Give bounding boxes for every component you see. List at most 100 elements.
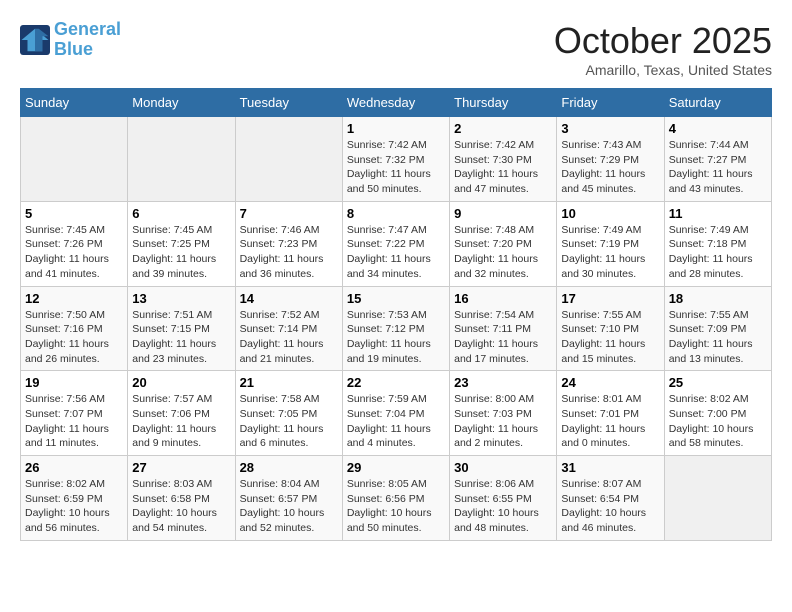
calendar-cell: 21 Sunrise: 7:58 AMSunset: 7:05 PMDayligh… [235, 371, 342, 456]
day-number: 14 [240, 291, 338, 306]
day-number: 30 [454, 460, 552, 475]
day-info: Sunrise: 8:02 AMSunset: 6:59 PMDaylight:… [25, 477, 123, 536]
logo: General Blue [20, 20, 121, 60]
day-number: 25 [669, 375, 767, 390]
day-number: 26 [25, 460, 123, 475]
calendar-cell: 17Sunrise: 7:55 AMSunset: 7:10 PMDayligh… [557, 286, 664, 371]
calendar-cell: 28 Sunrise: 8:04 AMSunset: 6:57 PMDayligh… [235, 456, 342, 541]
calendar-cell: 2 Sunrise: 7:42 AMSunset: 7:30 PMDaylight… [450, 117, 557, 202]
day-info: Sunrise: 7:49 AMSunset: 7:19 PMDaylight:… [561, 223, 659, 282]
day-info: Sunrise: 7:46 AMSunset: 7:23 PMDaylight:… [240, 223, 338, 282]
day-info: Sunrise: 7:54 AMSunset: 7:11 PMDaylight:… [454, 308, 552, 367]
day-number: 18 [669, 291, 767, 306]
day-info: Sunrise: 7:48 AMSunset: 7:20 PMDaylight:… [454, 223, 552, 282]
calendar-cell: 19 Sunrise: 7:56 AMSunset: 7:07 PMDayligh… [21, 371, 128, 456]
weekday-header-friday: Friday [557, 89, 664, 117]
day-number: 2 [454, 121, 552, 136]
day-number: 13 [132, 291, 230, 306]
calendar-week-3: 19 Sunrise: 7:56 AMSunset: 7:07 PMDayligh… [21, 371, 772, 456]
calendar-cell: 11 Sunrise: 7:49 AMSunset: 7:18 PMDayligh… [664, 201, 771, 286]
day-number: 5 [25, 206, 123, 221]
day-info: Sunrise: 8:02 AMSunset: 7:00 PMDaylight:… [669, 392, 767, 451]
calendar-cell: 18 Sunrise: 7:55 AMSunset: 7:09 PMDayligh… [664, 286, 771, 371]
day-info: Sunrise: 8:05 AMSunset: 6:56 PMDaylight:… [347, 477, 445, 536]
day-info: Sunrise: 7:55 AMSunset: 7:10 PMDaylight:… [561, 308, 659, 367]
day-number: 8 [347, 206, 445, 221]
calendar-week-0: 1Sunrise: 7:42 AMSunset: 7:32 PMDaylight… [21, 117, 772, 202]
day-number: 11 [669, 206, 767, 221]
logo-icon [20, 25, 50, 55]
day-info: Sunrise: 7:43 AMSunset: 7:29 PMDaylight:… [561, 138, 659, 197]
day-info: Sunrise: 8:04 AMSunset: 6:57 PMDaylight:… [240, 477, 338, 536]
day-info: Sunrise: 8:03 AMSunset: 6:58 PMDaylight:… [132, 477, 230, 536]
day-number: 27 [132, 460, 230, 475]
calendar-cell: 12 Sunrise: 7:50 AMSunset: 7:16 PMDayligh… [21, 286, 128, 371]
day-number: 12 [25, 291, 123, 306]
calendar-cell: 7Sunrise: 7:46 AMSunset: 7:23 PMDaylight… [235, 201, 342, 286]
day-info: Sunrise: 8:07 AMSunset: 6:54 PMDaylight:… [561, 477, 659, 536]
calendar-cell [128, 117, 235, 202]
calendar-cell: 13 Sunrise: 7:51 AMSunset: 7:15 PMDayligh… [128, 286, 235, 371]
day-number: 16 [454, 291, 552, 306]
day-number: 15 [347, 291, 445, 306]
day-info: Sunrise: 7:49 AMSunset: 7:18 PMDaylight:… [669, 223, 767, 282]
calendar-cell [664, 456, 771, 541]
calendar-cell: 15 Sunrise: 7:53 AMSunset: 7:12 PMDayligh… [342, 286, 449, 371]
day-info: Sunrise: 7:50 AMSunset: 7:16 PMDaylight:… [25, 308, 123, 367]
calendar-cell: 22Sunrise: 7:59 AMSunset: 7:04 PMDayligh… [342, 371, 449, 456]
day-number: 28 [240, 460, 338, 475]
calendar-week-2: 12 Sunrise: 7:50 AMSunset: 7:16 PMDayligh… [21, 286, 772, 371]
day-number: 20 [132, 375, 230, 390]
page-header: General Blue October 2025 Amarillo, Texa… [20, 20, 772, 78]
day-info: Sunrise: 7:51 AMSunset: 7:15 PMDaylight:… [132, 308, 230, 367]
day-info: Sunrise: 7:42 AMSunset: 7:32 PMDaylight:… [347, 138, 445, 197]
calendar-cell: 6 Sunrise: 7:45 AMSunset: 7:25 PMDaylight… [128, 201, 235, 286]
day-number: 21 [240, 375, 338, 390]
calendar-cell [235, 117, 342, 202]
calendar-week-1: 5 Sunrise: 7:45 AMSunset: 7:26 PMDaylight… [21, 201, 772, 286]
day-info: Sunrise: 8:01 AMSunset: 7:01 PMDaylight:… [561, 392, 659, 451]
day-info: Sunrise: 7:56 AMSunset: 7:07 PMDaylight:… [25, 392, 123, 451]
day-info: Sunrise: 7:47 AMSunset: 7:22 PMDaylight:… [347, 223, 445, 282]
day-info: Sunrise: 8:06 AMSunset: 6:55 PMDaylight:… [454, 477, 552, 536]
calendar-cell: 8 Sunrise: 7:47 AMSunset: 7:22 PMDaylight… [342, 201, 449, 286]
calendar-cell: 23Sunrise: 8:00 AMSunset: 7:03 PMDayligh… [450, 371, 557, 456]
day-info: Sunrise: 7:58 AMSunset: 7:05 PMDaylight:… [240, 392, 338, 451]
calendar-body: 1Sunrise: 7:42 AMSunset: 7:32 PMDaylight… [21, 117, 772, 541]
calendar-week-4: 26 Sunrise: 8:02 AMSunset: 6:59 PMDayligh… [21, 456, 772, 541]
calendar-table: SundayMondayTuesdayWednesdayThursdayFrid… [20, 88, 772, 541]
calendar-cell: 30 Sunrise: 8:06 AMSunset: 6:55 PMDayligh… [450, 456, 557, 541]
day-info: Sunrise: 7:55 AMSunset: 7:09 PMDaylight:… [669, 308, 767, 367]
day-info: Sunrise: 7:45 AMSunset: 7:26 PMDaylight:… [25, 223, 123, 282]
calendar-cell: 29 Sunrise: 8:05 AMSunset: 6:56 PMDayligh… [342, 456, 449, 541]
day-number: 6 [132, 206, 230, 221]
calendar-cell: 20 Sunrise: 7:57 AMSunset: 7:06 PMDayligh… [128, 371, 235, 456]
day-number: 3 [561, 121, 659, 136]
calendar-cell [21, 117, 128, 202]
calendar-cell: 9Sunrise: 7:48 AMSunset: 7:20 PMDaylight… [450, 201, 557, 286]
day-info: Sunrise: 7:45 AMSunset: 7:25 PMDaylight:… [132, 223, 230, 282]
month-title: October 2025 [554, 20, 772, 62]
calendar-cell: 3 Sunrise: 7:43 AMSunset: 7:29 PMDaylight… [557, 117, 664, 202]
weekday-header-tuesday: Tuesday [235, 89, 342, 117]
day-info: Sunrise: 7:53 AMSunset: 7:12 PMDaylight:… [347, 308, 445, 367]
weekday-header-monday: Monday [128, 89, 235, 117]
title-block: October 2025 Amarillo, Texas, United Sta… [554, 20, 772, 78]
day-info: Sunrise: 7:44 AMSunset: 7:27 PMDaylight:… [669, 138, 767, 197]
calendar-cell: 25 Sunrise: 8:02 AMSunset: 7:00 PMDayligh… [664, 371, 771, 456]
calendar-cell: 26 Sunrise: 8:02 AMSunset: 6:59 PMDayligh… [21, 456, 128, 541]
day-number: 24 [561, 375, 659, 390]
day-number: 23 [454, 375, 552, 390]
calendar-cell: 31Sunrise: 8:07 AMSunset: 6:54 PMDayligh… [557, 456, 664, 541]
day-info: Sunrise: 7:42 AMSunset: 7:30 PMDaylight:… [454, 138, 552, 197]
calendar-cell: 16 Sunrise: 7:54 AMSunset: 7:11 PMDayligh… [450, 286, 557, 371]
logo-text: General Blue [54, 20, 121, 60]
day-number: 10 [561, 206, 659, 221]
location: Amarillo, Texas, United States [554, 62, 772, 78]
day-number: 19 [25, 375, 123, 390]
day-number: 29 [347, 460, 445, 475]
day-info: Sunrise: 7:59 AMSunset: 7:04 PMDaylight:… [347, 392, 445, 451]
calendar-cell: 10 Sunrise: 7:49 AMSunset: 7:19 PMDayligh… [557, 201, 664, 286]
day-info: Sunrise: 7:57 AMSunset: 7:06 PMDaylight:… [132, 392, 230, 451]
calendar-cell: 27 Sunrise: 8:03 AMSunset: 6:58 PMDayligh… [128, 456, 235, 541]
